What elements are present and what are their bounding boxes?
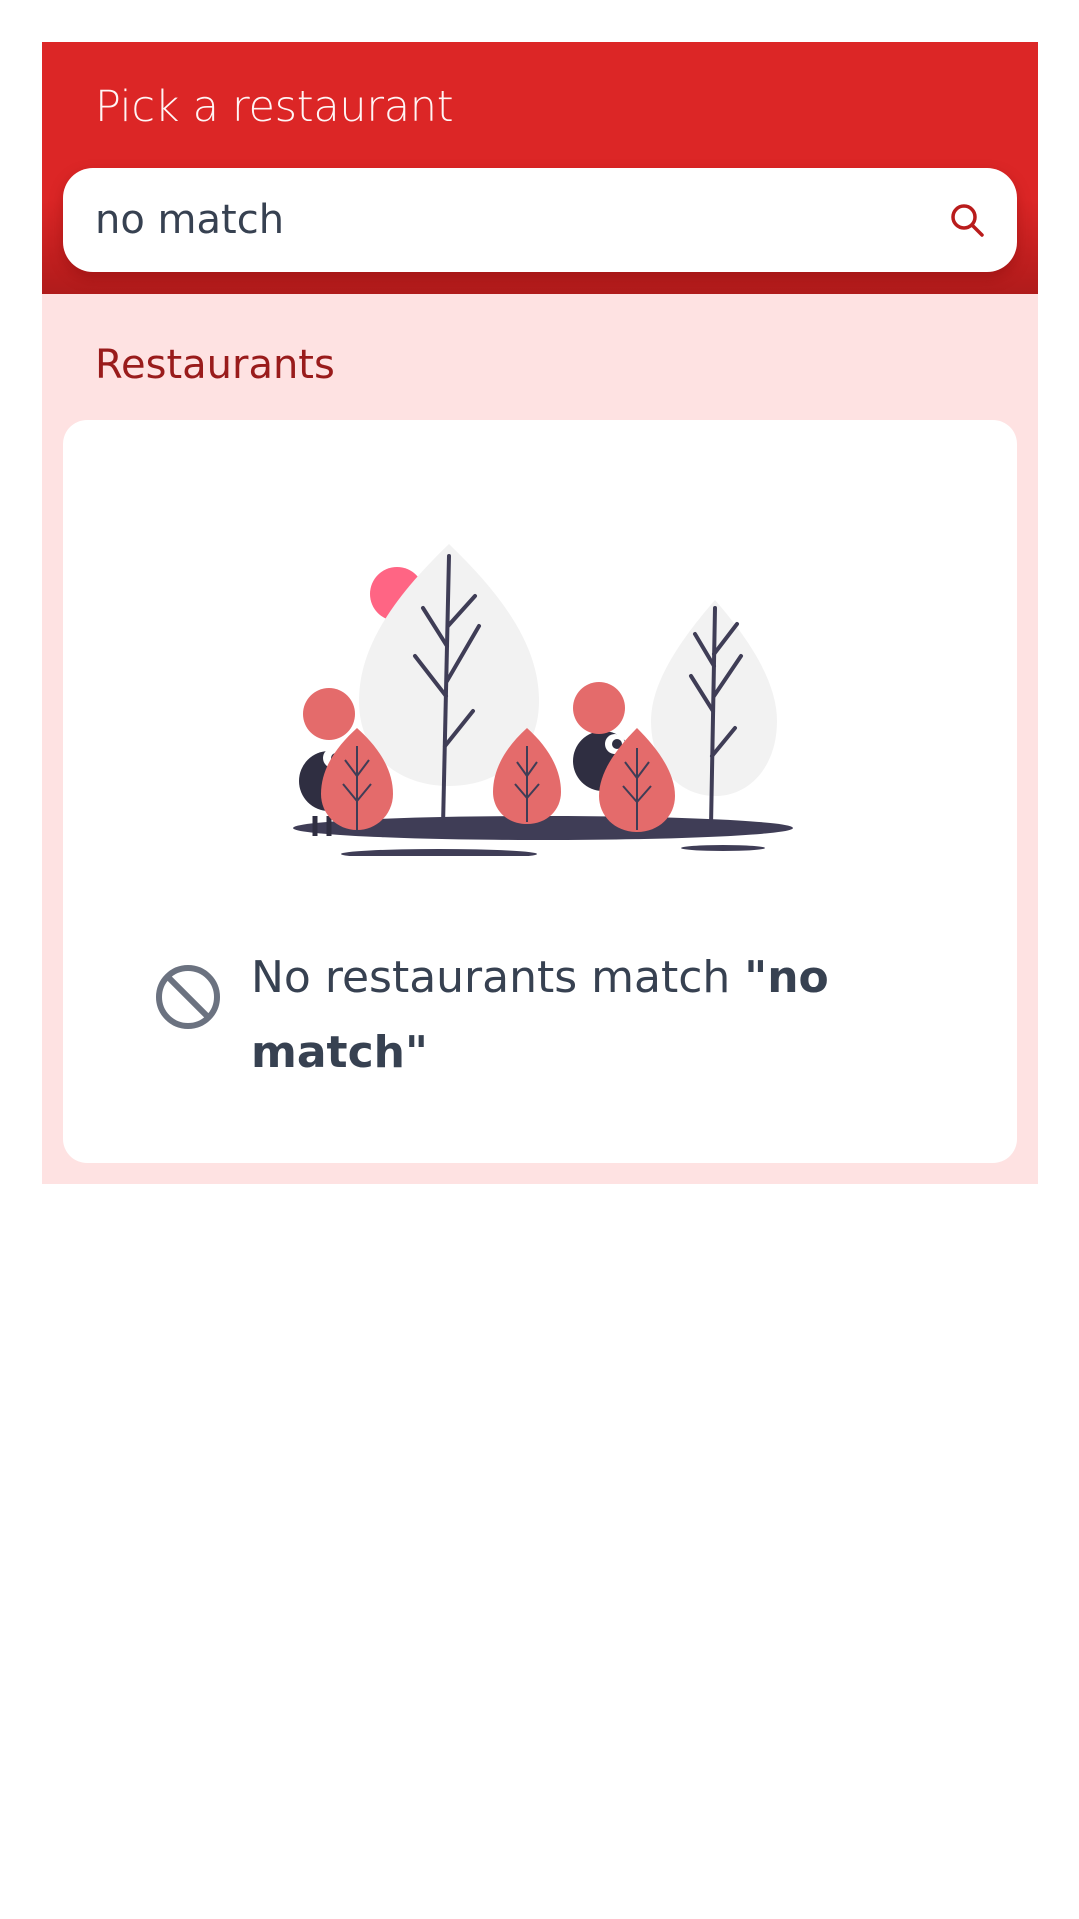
empty-state-card: No restaurants match "no match" [63,420,1017,1163]
page-title: Pick a restaurant [95,82,454,132]
restaurants-section: Restaurants No restaurants match "no mat… [42,294,1038,1184]
header: Pick a restaurant [42,42,1038,294]
empty-state-text: No restaurants match [251,952,745,1003]
section-title: Restaurants [95,342,335,388]
search-icon[interactable] [947,200,987,240]
app-container: Pick a restaurant Restaurants [42,42,1038,1184]
ban-icon [156,965,220,1029]
search-box[interactable] [63,168,1017,272]
empty-state-message: No restaurants match "no match" [251,940,831,1090]
empty-state-message-row: No restaurants match "no match" [153,940,853,1090]
trees-illustration [293,544,793,856]
search-input[interactable] [95,190,947,250]
